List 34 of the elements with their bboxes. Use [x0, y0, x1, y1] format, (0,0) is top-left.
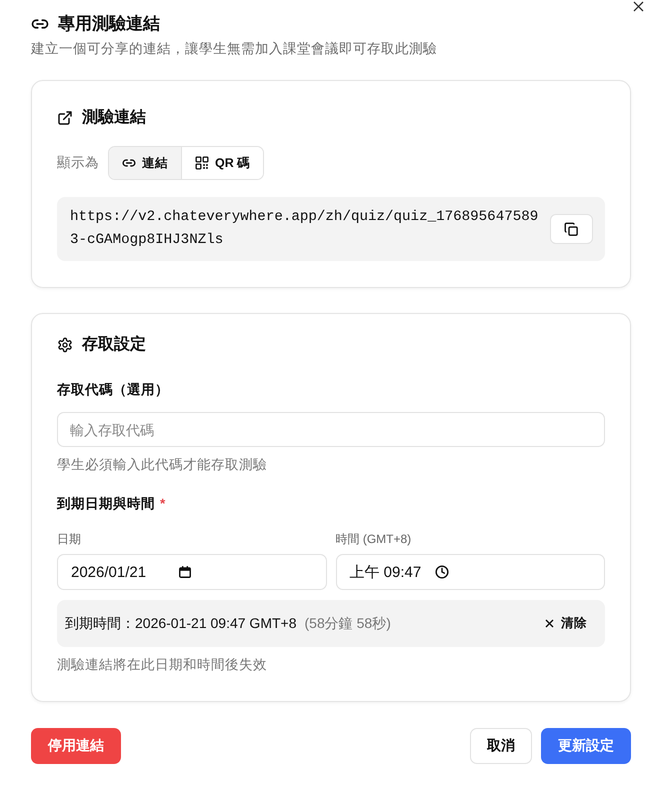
date-label: 日期 [57, 531, 82, 548]
display-option-tab[interactable]: 連結 [109, 147, 181, 179]
cancel-button[interactable]: 取消 [470, 728, 532, 764]
date-field[interactable]: 2026/01/21 [57, 554, 326, 590]
copy-icon [564, 222, 579, 236]
clear-button[interactable]: 清除 [535, 609, 597, 638]
access-code-field[interactable]: 輸入存取代碼 [57, 412, 605, 447]
expiry-label: 到期日期與時間 [57, 495, 155, 513]
close-button[interactable] [633, 1, 644, 12]
remaining-time-text: (58分鐘 58秒) [304, 614, 391, 632]
display-as-label: 顯示為 [57, 154, 99, 172]
card-title: 測驗連結 [82, 108, 146, 128]
display-option-tab[interactable]: QR 碼 [181, 147, 264, 179]
quiz-url: https://v2.chateverywhere.app/zh/quiz/quiz_1768956475893-cGAMogp8IHJ3NZls [70, 208, 540, 250]
update-settings-button[interactable]: 更新設定 [541, 728, 631, 764]
calendar-icon [178, 565, 192, 579]
settings-icon [57, 337, 73, 353]
close-icon [633, 1, 644, 12]
expiry-help: 測驗連結將在此日期和時間後失效 [57, 656, 268, 674]
dialog-subtitle: 建立一個可分享的連結，讓學生無需加入課堂會議即可存取此測驗 [31, 40, 438, 58]
dialog-title: 專用測驗連結 [58, 13, 160, 35]
copy-button[interactable] [550, 214, 593, 244]
qr-code-icon [195, 156, 209, 170]
time-label: 時間 (GMT+8) [336, 531, 412, 548]
required-mark: * [160, 495, 166, 513]
close-icon [545, 619, 554, 628]
access-code-label: 存取代碼（選用） [57, 381, 170, 399]
disable-link-button[interactable]: 停用連結 [31, 728, 121, 764]
time-field[interactable]: 上午 09:47 [336, 554, 605, 590]
clock-icon [435, 565, 450, 579]
card-title: 存取設定 [82, 334, 146, 355]
external-link-icon [57, 110, 73, 126]
expiry-time-text: 到期時間：2026-01-21 09:47 GMT+8 [65, 614, 296, 632]
access-code-help: 學生必須輸入此代碼才能存取測驗 [57, 456, 268, 474]
